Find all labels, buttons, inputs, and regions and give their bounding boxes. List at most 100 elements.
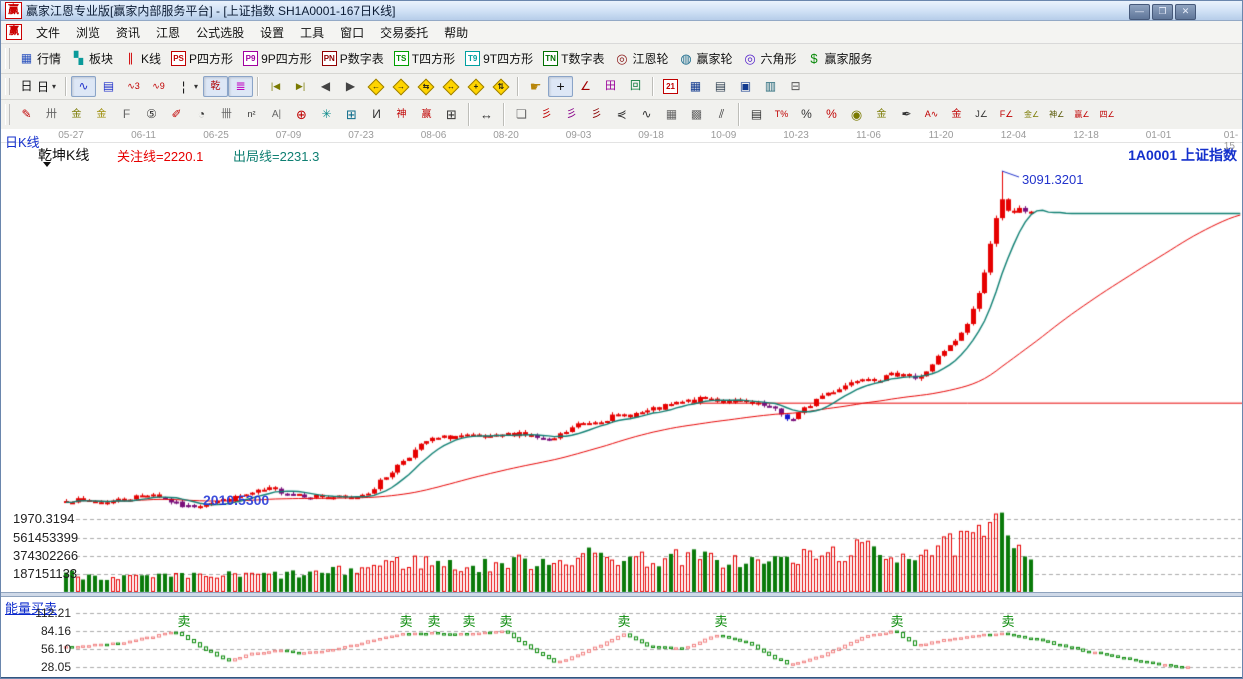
f-angle-button[interactable]: F∠	[994, 104, 1019, 125]
box-select-button[interactable]: ❏	[509, 104, 534, 125]
crosshair-button[interactable]: +	[548, 76, 573, 97]
percent-t-button[interactable]: T%	[769, 104, 794, 125]
hand-button[interactable]: ☛	[523, 76, 548, 97]
kline-candles-button[interactable]: ∥K线	[118, 47, 166, 70]
last-bar-button[interactable]: ▶|	[288, 76, 313, 97]
diamond-left-button[interactable]: ←	[363, 76, 388, 97]
ruler-grid-button[interactable]: ⊞	[439, 104, 464, 125]
diamond-updown-button[interactable]: ⇅	[488, 76, 513, 97]
star-web-button[interactable]: ✳	[314, 104, 339, 125]
diamond-move-button[interactable]: +	[463, 76, 488, 97]
gold-angle-button[interactable]: 金∠	[1019, 104, 1044, 125]
menu-item-浏览[interactable]: 浏览	[68, 21, 108, 44]
shift-grid-button[interactable]: ▩	[684, 104, 709, 125]
n-mark-button[interactable]: И	[364, 104, 389, 125]
pane-splitter[interactable]	[1, 592, 1243, 597]
next-bar-button[interactable]: ▶	[338, 76, 363, 97]
j-angle-button[interactable]: J∠	[969, 104, 994, 125]
ying-grid-button[interactable]: 赢	[414, 104, 439, 125]
gold-box-button[interactable]: 金	[944, 104, 969, 125]
menu-item-工具[interactable]: 工具	[292, 21, 332, 44]
info-panel-button[interactable]: ▤	[96, 76, 121, 97]
qiankun-dropdown-caret-icon[interactable]	[43, 162, 51, 167]
print-button[interactable]: ⊟	[783, 76, 808, 97]
first-bar-button[interactable]: |◀	[263, 76, 288, 97]
winner-service-button[interactable]: $赢家服务	[802, 47, 878, 70]
dense-grid-button[interactable]: ▦	[659, 104, 684, 125]
menu-item-公式选股[interactable]: 公式选股	[188, 21, 252, 44]
gann-wheel-button[interactable]: ◎江恩轮	[609, 47, 673, 70]
ts-badge-button[interactable]: TST四方形	[389, 47, 460, 70]
toolbar-grip[interactable]	[5, 104, 10, 124]
spiral5-button[interactable]: ⑤	[139, 104, 164, 125]
period-day-button[interactable]: 日日▾	[14, 75, 61, 98]
minimize-button[interactable]: —	[1129, 4, 1150, 20]
menu-item-资讯[interactable]: 资讯	[108, 21, 148, 44]
diamond-swap-button[interactable]: ⇆	[413, 76, 438, 97]
save-web-button[interactable]: ▥	[758, 76, 783, 97]
ma9-button[interactable]: ∿9	[146, 76, 171, 97]
f-lines-button[interactable]: F	[114, 104, 139, 125]
shen-grid-button[interactable]: 神	[389, 104, 414, 125]
ink-pen-button[interactable]: ✒	[894, 104, 919, 125]
menu-item-帮助[interactable]: 帮助	[436, 21, 476, 44]
a-wave-button[interactable]: A∿	[919, 104, 944, 125]
gold-circle-button[interactable]: ◉	[844, 104, 869, 125]
prev-bar-button[interactable]: ◀	[313, 76, 338, 97]
angle-measure-button[interactable]: ∠	[573, 76, 598, 97]
cycle-circle-button[interactable]: ◔	[189, 104, 214, 125]
save-button[interactable]: ▣	[733, 76, 758, 97]
memo-button[interactable]: ▤	[708, 76, 733, 97]
pn-badge-button[interactable]: PNP数字表	[317, 47, 389, 70]
tn-badge-button[interactable]: TNT数字表	[538, 47, 609, 70]
gold-lines1-button[interactable]: 金	[64, 104, 89, 125]
target-cross-button[interactable]: ⊕	[289, 104, 314, 125]
rays-button[interactable]: ⋞	[609, 104, 634, 125]
volume-style-button[interactable]: ≣	[228, 76, 253, 97]
pen-button[interactable]: ✎	[14, 104, 39, 125]
candle-style-button[interactable]: ¦▾	[171, 76, 203, 97]
window-chart-button[interactable]: ∿	[71, 76, 96, 97]
gold-rule-button[interactable]: 金	[869, 104, 894, 125]
qiankun-button[interactable]: 乾	[203, 76, 228, 97]
t9-badge-button[interactable]: T99T四方形	[460, 47, 538, 70]
menu-item-交易委托[interactable]: 交易委托	[372, 21, 436, 44]
hash-lines-button[interactable]: 卅	[39, 104, 64, 125]
sector-blocks-button[interactable]: ▚板块	[66, 47, 118, 70]
hash2-button[interactable]: 卌	[214, 104, 239, 125]
calendar-button[interactable]: 21	[658, 76, 683, 97]
menu-item-窗口[interactable]: 窗口	[332, 21, 372, 44]
square-web-button[interactable]: ⊞	[339, 104, 364, 125]
n2-button[interactable]: n²	[239, 104, 264, 125]
zigzag-button[interactable]: ∿	[634, 104, 659, 125]
menu-item-文件[interactable]: 文件	[28, 21, 68, 44]
toolbar-grip[interactable]	[5, 48, 10, 68]
hexagon-button[interactable]: ◎六角形	[738, 47, 802, 70]
diamond-expand-button[interactable]: ↔	[438, 76, 463, 97]
gann-shape-button[interactable]: 田	[598, 76, 623, 97]
ma3-button[interactable]: ∿3	[121, 76, 146, 97]
menu-item-设置[interactable]: 设置	[252, 21, 292, 44]
percent-lines-button[interactable]: %	[819, 104, 844, 125]
si-angle-button[interactable]: 四∠	[1095, 104, 1120, 125]
marker-pen-button[interactable]: ✐	[164, 104, 189, 125]
shen-angle-button[interactable]: 神∠	[1044, 104, 1069, 125]
h-measure-button[interactable]: ↔	[474, 104, 499, 125]
parallel-lines-button[interactable]: ⫽	[709, 104, 734, 125]
ying-angle-button[interactable]: 赢∠	[1069, 104, 1094, 125]
menu-item-江恩[interactable]: 江恩	[148, 21, 188, 44]
title-bar[interactable]: 赢 赢家江恩专业版[赢家内部服务平台] - [上证指数 SH1A0001-167…	[1, 1, 1242, 21]
map-shape-button[interactable]: 回	[623, 76, 648, 97]
diamond-right-button[interactable]: →	[388, 76, 413, 97]
p9-badge-button[interactable]: P99P四方形	[238, 47, 317, 70]
close-button[interactable]: ✕	[1175, 4, 1196, 20]
percent-button[interactable]: %	[794, 104, 819, 125]
calculator-button[interactable]: ▦	[683, 76, 708, 97]
fan-rays-button[interactable]: 彡	[534, 104, 559, 125]
fan-box1-button[interactable]: 彡	[559, 104, 584, 125]
winner-wheel-button[interactable]: ◍赢家轮	[673, 47, 737, 70]
ps-badge-button[interactable]: PSP四方形	[166, 47, 238, 70]
quote-table-button[interactable]: ▦行情	[14, 47, 66, 70]
gold-lines2-button[interactable]: 金	[89, 104, 114, 125]
maximize-button[interactable]: ❐	[1152, 4, 1173, 20]
